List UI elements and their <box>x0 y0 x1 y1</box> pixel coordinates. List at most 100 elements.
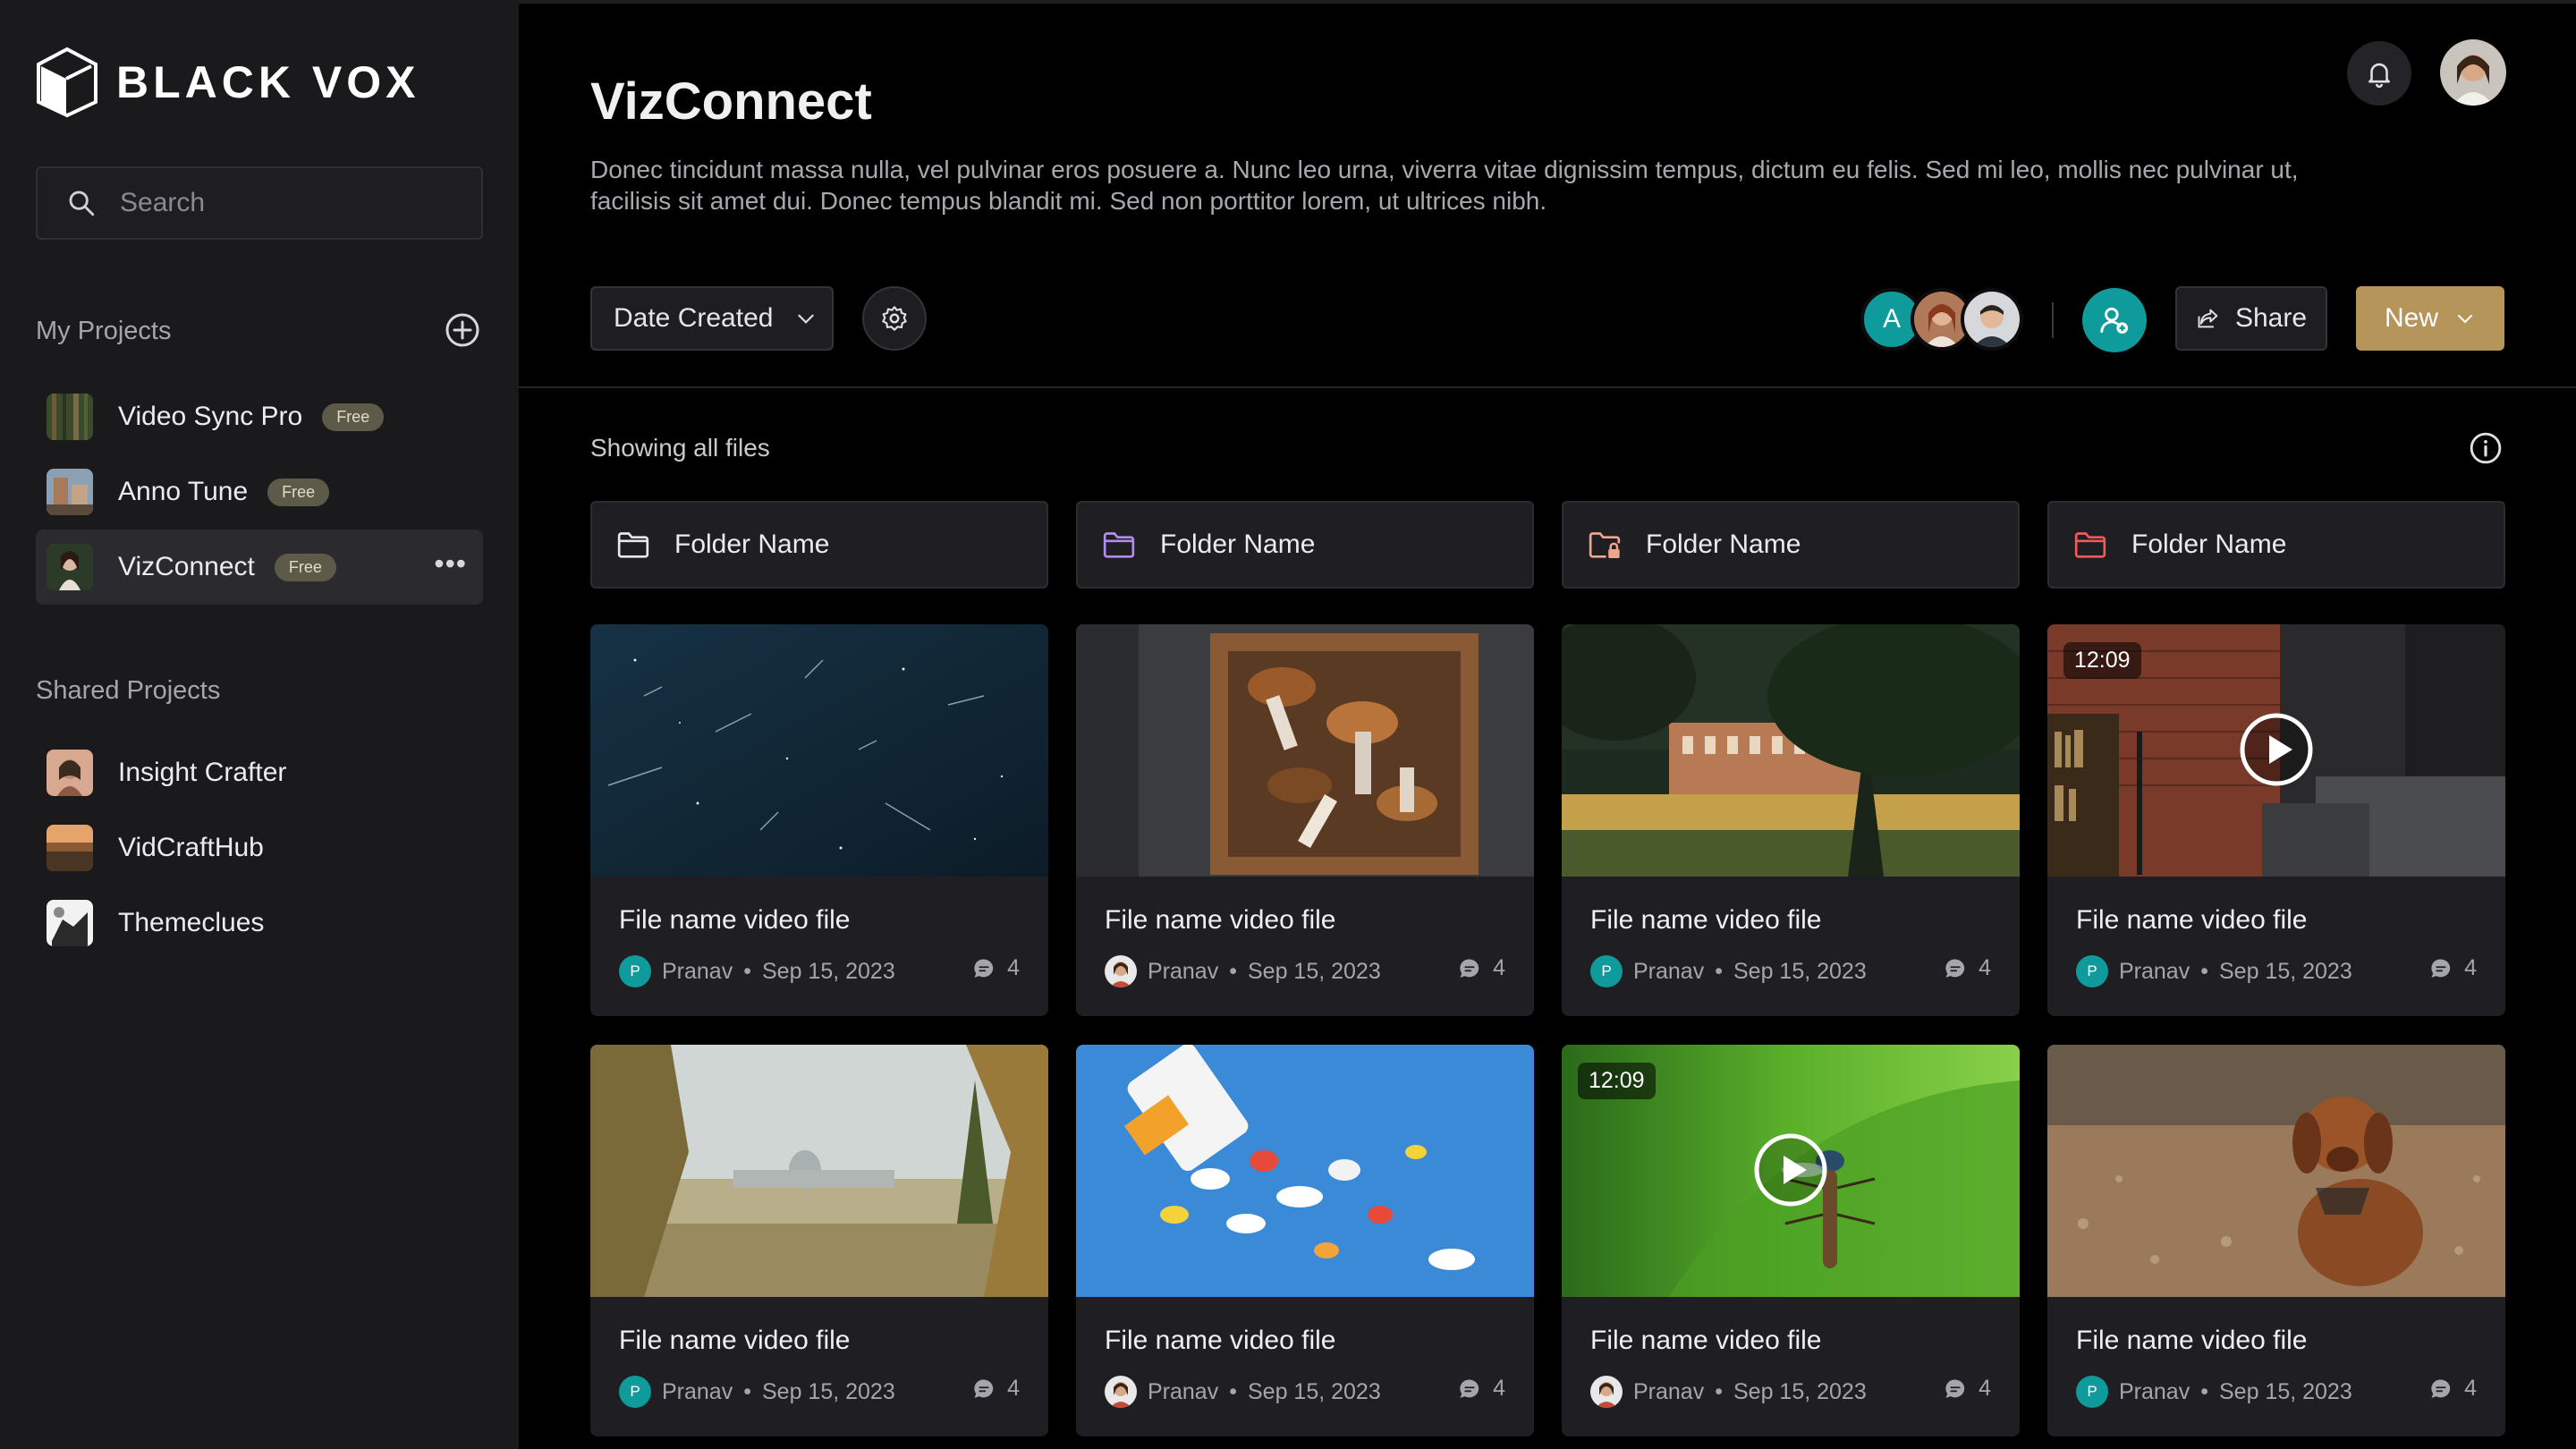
meta-separator: • <box>743 1378 751 1404</box>
file-card[interactable]: 12:09 File name video file Pranav • Sep … <box>1562 1045 2020 1436</box>
video-thumbnail[interactable] <box>1076 1045 1534 1297</box>
comment-icon <box>974 958 994 978</box>
add-project-icon[interactable] <box>444 311 481 349</box>
meta-separator: • <box>1229 958 1237 984</box>
sort-dropdown[interactable]: Date Created <box>590 286 834 351</box>
video-thumbnail[interactable] <box>2047 1045 2505 1297</box>
comments-count[interactable]: 4 <box>2428 955 2477 981</box>
comments-count[interactable]: 4 <box>971 955 1020 981</box>
file-name: File name video file <box>1105 1326 1336 1355</box>
file-card[interactable]: File name video file Pranav • Sep 15, 20… <box>1076 624 1534 1016</box>
file-meta: P Pranav • Sep 15, 2023 <box>619 955 895 987</box>
sidebar-item-themeclues[interactable]: Themeclues <box>36 886 483 961</box>
video-thumbnail[interactable] <box>1562 624 2020 877</box>
page-title: VizConnect <box>590 72 872 131</box>
share-icon <box>2198 309 2218 328</box>
meta-separator: • <box>1715 1378 1723 1404</box>
share-button[interactable]: Share <box>2175 286 2327 351</box>
video-thumbnail[interactable]: 12:09 <box>1562 1045 2020 1297</box>
folder-item[interactable]: Folder Name <box>1562 501 2020 589</box>
search-icon <box>69 191 95 216</box>
comments-count[interactable]: 4 <box>971 1376 1020 1402</box>
folder-name: Folder Name <box>2131 530 2287 559</box>
files-filter-label: Showing all files <box>590 434 770 462</box>
file-card[interactable]: File name video file P Pranav • Sep 15, … <box>590 624 1048 1016</box>
file-meta: P Pranav • Sep 15, 2023 <box>619 1376 895 1408</box>
info-icon[interactable] <box>2469 431 2503 465</box>
file-name: File name video file <box>1590 1326 1822 1355</box>
new-button[interactable]: New <box>2356 286 2504 351</box>
comments-count[interactable]: 4 <box>1943 1376 1991 1402</box>
folder-item[interactable]: Folder Name <box>1076 501 1534 589</box>
folder-item[interactable]: Folder Name <box>2047 501 2505 589</box>
video-thumbnail[interactable]: 12:09 <box>2047 624 2505 877</box>
sidebar-item-vizconnect[interactable]: VizConnect Free ••• <box>36 530 483 605</box>
folder-icon <box>617 532 649 558</box>
comments-count[interactable]: 4 <box>1457 1376 1505 1402</box>
my-projects-heading: My Projects <box>36 317 172 345</box>
comments-count[interactable]: 4 <box>1943 955 1991 981</box>
sidebar: BLACK VOX Search My Projects Video Sync … <box>0 0 519 1449</box>
project-thumbnail <box>47 825 93 871</box>
file-name: File name video file <box>2076 1326 2308 1355</box>
main-content: VizConnect Donec tincidunt massa nulla, … <box>519 0 2576 1449</box>
project-thumbnail <box>47 544 93 590</box>
share-label: Share <box>2234 303 2308 333</box>
sidebar-item-anno-tune[interactable]: Anno Tune Free <box>36 454 483 530</box>
notifications-button[interactable] <box>2347 41 2411 106</box>
file-name: File name video file <box>1590 905 1822 935</box>
author-avatar: P <box>619 1376 651 1408</box>
play-icon[interactable] <box>2239 712 2314 787</box>
video-thumbnail[interactable] <box>590 1045 1048 1297</box>
video-duration: 12:09 <box>2063 642 2141 679</box>
project-name: Video Sync Pro <box>118 402 303 431</box>
bell-icon <box>2368 63 2390 89</box>
author-avatar <box>1105 1376 1137 1408</box>
comment-count: 4 <box>2464 955 2477 980</box>
free-badge: Free <box>274 553 336 581</box>
sidebar-item-video-sync-pro[interactable]: Video Sync Pro Free <box>36 379 483 454</box>
collaborator-avatar[interactable] <box>1961 288 2023 351</box>
project-name: Themeclues <box>118 908 265 937</box>
sort-label: Date Created <box>614 303 774 333</box>
sidebar-item-vidcrafthub[interactable]: VidCraftHub <box>36 810 483 886</box>
video-thumbnail[interactable] <box>590 624 1048 877</box>
file-name: File name video file <box>2076 905 2308 935</box>
search-input[interactable]: Search <box>36 166 483 240</box>
locked-folder-icon <box>1589 532 1621 558</box>
file-date: Sep 15, 2023 <box>1247 1378 1381 1404</box>
free-badge: Free <box>322 402 385 431</box>
folder-item[interactable]: Folder Name <box>590 501 1048 589</box>
chevron-down-icon <box>798 314 815 324</box>
file-card[interactable]: File name video file P Pranav • Sep 15, … <box>2047 1045 2505 1436</box>
header-divider <box>519 386 2576 388</box>
add-collaborator-button[interactable] <box>2082 288 2147 352</box>
file-card[interactable]: File name video file Pranav • Sep 15, 20… <box>1076 1045 1534 1436</box>
comments-count[interactable]: 4 <box>2428 1376 2477 1402</box>
settings-button[interactable] <box>862 286 927 351</box>
video-thumbnail[interactable] <box>1076 624 1534 877</box>
shared-projects-heading: Shared Projects <box>36 676 221 705</box>
comments-count[interactable]: 4 <box>1457 955 1505 981</box>
black-vox-logo-icon <box>37 47 97 118</box>
more-options-icon[interactable]: ••• <box>434 549 467 578</box>
new-label: New <box>2384 303 2438 333</box>
file-meta: Pranav • Sep 15, 2023 <box>1105 1376 1381 1408</box>
comment-icon <box>974 1378 994 1398</box>
author-name: Pranav <box>2119 958 2190 984</box>
file-date: Sep 15, 2023 <box>1247 958 1381 984</box>
brand-logo[interactable]: BLACK VOX <box>36 47 419 118</box>
author-name: Pranav <box>1633 1378 1705 1404</box>
folder-icon <box>2074 532 2106 558</box>
play-icon[interactable] <box>1753 1132 1828 1208</box>
sidebar-item-insight-crafter[interactable]: Insight Crafter <box>36 735 483 810</box>
author-avatar: P <box>2076 955 2108 987</box>
file-card[interactable]: File name video file P Pranav • Sep 15, … <box>590 1045 1048 1436</box>
file-card[interactable]: 12:09 File name video file P Pranav • Se… <box>2047 624 2505 1016</box>
author-avatar: P <box>2076 1376 2108 1408</box>
file-name: File name video file <box>619 1326 851 1355</box>
project-name: VizConnect <box>118 552 255 581</box>
file-card[interactable]: File name video file P Pranav • Sep 15, … <box>1562 624 2020 1016</box>
author-name: Pranav <box>1148 1378 1219 1404</box>
user-avatar[interactable] <box>2440 39 2506 106</box>
